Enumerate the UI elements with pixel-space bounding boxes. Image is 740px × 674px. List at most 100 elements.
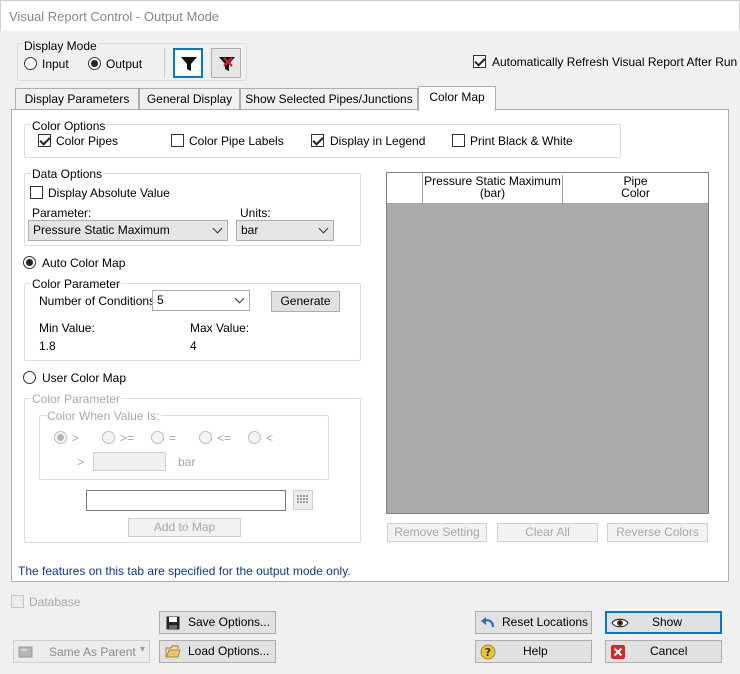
parameter-select[interactable]: Pressure Static Maximum (28, 220, 228, 241)
svg-text:?: ? (485, 646, 491, 659)
output-mode-label: Output (106, 57, 143, 71)
color-grid-icon (297, 495, 308, 503)
color-picker-field[interactable] (86, 490, 286, 511)
min-value-label: Min Value: (39, 321, 95, 335)
color-options-label: Color Options (31, 119, 107, 133)
color-when-label: Color When Value Is: (46, 409, 161, 423)
display-mode-divider (164, 48, 165, 78)
help-label: Help (523, 644, 548, 658)
show-label: Show (652, 615, 683, 629)
op-lte-radio[interactable] (199, 431, 212, 444)
parameter-select-value: Pressure Static Maximum (33, 223, 170, 237)
color-when-group (39, 415, 329, 480)
units-select-value: bar (241, 223, 259, 237)
display-in-legend-checkbox[interactable] (311, 134, 324, 147)
tab-show-selected[interactable]: Show Selected Pipes/Junctions (240, 88, 418, 110)
database-label: Database (29, 595, 81, 609)
tab-general-display[interactable]: General Display (139, 88, 240, 110)
chevron-down-icon (234, 293, 245, 304)
user-color-map-label: User Color Map (42, 371, 127, 385)
op-lt-label: < (266, 431, 274, 445)
filter-highlight-button[interactable] (211, 48, 241, 78)
display-in-legend-label: Display in Legend (330, 134, 426, 148)
output-mode-radio[interactable] (88, 57, 101, 70)
same-as-parent-dropdown[interactable]: Same As Parent ▾ (13, 640, 150, 663)
op-lt-radio[interactable] (248, 431, 261, 444)
database-checkbox[interactable] (11, 595, 24, 608)
table-row-header-cell (387, 173, 423, 204)
cancel-label: Cancel (650, 644, 688, 658)
clear-all-button[interactable]: Clear All (497, 523, 598, 542)
help-icon: ? (480, 644, 496, 660)
user-color-parameter-label: Color Parameter (31, 392, 122, 406)
print-bw-checkbox[interactable] (452, 134, 465, 147)
eye-icon (611, 618, 629, 628)
output-mode-note: The features on this tab are specified f… (18, 564, 351, 578)
op-eq-label: = (169, 431, 177, 445)
tab-display-parameters[interactable]: Display Parameters (15, 88, 139, 110)
chevron-down-icon (212, 223, 223, 234)
auto-color-map-radio[interactable] (23, 256, 36, 269)
remove-setting-button[interactable]: Remove Setting (387, 523, 487, 542)
compare-symbol: > (77, 455, 85, 469)
parameter-label: Parameter: (32, 206, 92, 220)
data-options-label: Data Options (31, 167, 104, 181)
same-as-parent-label: Same As Parent (49, 645, 136, 659)
filter-red-icon (219, 57, 235, 71)
display-absolute-label: Display Absolute Value (48, 186, 170, 200)
load-options-button[interactable]: Load Options... (159, 640, 276, 663)
table-header: Pressure Static Maximum (bar) Pipe Color (387, 173, 708, 204)
dropdown-arrow-icon: ▾ (139, 644, 145, 655)
reset-locations-label: Reset Locations (502, 615, 589, 629)
input-mode-radio[interactable] (24, 57, 37, 70)
num-conditions-select[interactable]: 5 (152, 290, 250, 311)
max-value: 4 (190, 339, 197, 353)
filter-button[interactable] (173, 48, 203, 78)
auto-refresh-label: Automatically Refresh Visual Report Afte… (492, 55, 738, 69)
color-pipes-label: Color Pipes (56, 134, 119, 148)
tab-color-map[interactable]: Color Map (418, 86, 496, 111)
reverse-colors-button[interactable]: Reverse Colors (607, 523, 708, 542)
auto-refresh-checkbox[interactable] (473, 55, 486, 68)
column-header-color-subtitle: Color (621, 186, 650, 200)
title-bar: Visual Report Control - Output Mode (0, 0, 740, 31)
color-map-table: Pressure Static Maximum (bar) Pipe Color (386, 172, 709, 514)
chevron-down-icon (318, 223, 329, 234)
save-options-label: Save Options... (188, 615, 271, 629)
color-pipe-labels-checkbox[interactable] (171, 134, 184, 147)
column-header-pressure-unit: (bar) (479, 186, 506, 200)
units-select[interactable]: bar (236, 220, 334, 241)
units-label: Units: (240, 206, 271, 220)
load-options-label: Load Options... (188, 644, 270, 658)
num-conditions-label: Number of Conditions: (39, 294, 159, 308)
auto-color-map-label: Auto Color Map (42, 256, 126, 270)
column-header-pressure[interactable]: Pressure Static Maximum (bar) (423, 175, 563, 204)
save-options-button[interactable]: Save Options... (159, 611, 276, 634)
reset-locations-button[interactable]: Reset Locations (475, 611, 592, 634)
color-pipes-checkbox[interactable] (38, 134, 51, 147)
help-button[interactable]: ? Help (475, 640, 592, 663)
generate-button[interactable]: Generate (271, 291, 340, 312)
column-header-color[interactable]: Pipe Color (563, 175, 708, 204)
close-icon (611, 645, 625, 659)
database-icon (18, 646, 33, 658)
op-gte-radio[interactable] (102, 431, 115, 444)
input-mode-label: Input (42, 57, 69, 71)
color-picker-button[interactable] (293, 490, 313, 510)
add-to-map-button[interactable]: Add to Map (128, 518, 241, 537)
user-color-map-radio[interactable] (23, 371, 36, 384)
compare-value-input[interactable] (93, 452, 166, 471)
open-folder-icon (165, 645, 181, 658)
compare-unit: bar (178, 455, 196, 469)
max-value-label: Max Value: (190, 321, 250, 335)
print-bw-label: Print Black & White (470, 134, 573, 148)
op-gt-label: > (72, 431, 80, 445)
op-gte-label: >= (120, 431, 135, 445)
op-eq-radio[interactable] (151, 431, 164, 444)
op-gt-radio[interactable] (54, 431, 67, 444)
show-button[interactable]: Show (605, 611, 722, 634)
cancel-button[interactable]: Cancel (605, 640, 722, 663)
display-absolute-checkbox[interactable] (30, 186, 43, 199)
undo-icon (481, 617, 495, 628)
auto-color-parameter-label: Color Parameter (31, 277, 122, 291)
